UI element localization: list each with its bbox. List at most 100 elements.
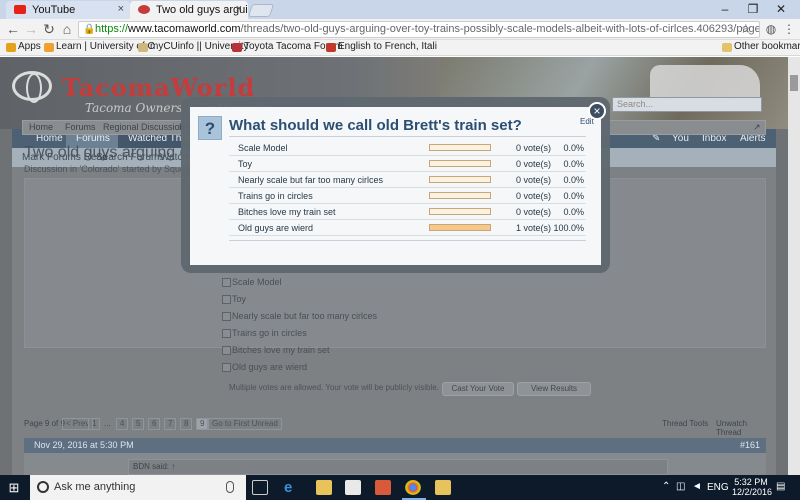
tab-youtube[interactable]: YouTube × xyxy=(6,1,130,19)
poll-option-6[interactable]: Old guys are wierd xyxy=(221,362,307,372)
view-results-button[interactable]: View Results xyxy=(517,382,591,396)
windows-start-icon[interactable]: ⊞ xyxy=(0,475,28,500)
poll-option-1[interactable]: Scale Model xyxy=(222,277,282,287)
extension-icon[interactable]: ◍ xyxy=(762,21,780,38)
unwatch-thread-link[interactable]: Unwatch Thread xyxy=(716,419,766,437)
page-link[interactable]: 7 xyxy=(164,418,177,430)
bookmark-icon xyxy=(232,43,242,52)
media-app-icon[interactable] xyxy=(375,480,391,495)
result-row: Trains go in circles 0 vote(s) 0.0% xyxy=(229,188,586,204)
file-explorer-icon[interactable] xyxy=(316,480,332,495)
cast-vote-button[interactable]: Cast Your Vote xyxy=(442,382,514,396)
result-bar xyxy=(429,224,491,231)
result-percent: 0.0% xyxy=(563,143,584,153)
page-scrollbar[interactable] xyxy=(788,57,800,475)
home-icon[interactable]: ⌂ xyxy=(58,21,76,38)
thread-tools-menu[interactable]: Thread Tools xyxy=(662,419,708,428)
site-search-input[interactable]: Search... xyxy=(612,97,762,112)
close-tab-icon[interactable]: × xyxy=(118,3,124,15)
poll-note: Multiple votes are allowed. Your vote wi… xyxy=(229,383,439,392)
minimize-icon[interactable]: – xyxy=(712,0,738,18)
close-window-icon[interactable]: ✕ xyxy=(768,0,794,18)
bookmark-icon xyxy=(138,43,148,52)
notifications-icon[interactable]: ▤ xyxy=(776,481,785,492)
tab-tacomaworld[interactable]: Two old guys arguing ove × xyxy=(130,1,248,19)
result-percent: 0.0% xyxy=(563,159,584,169)
bookmarks-bar: Apps Learn | University of C myCUinfo ||… xyxy=(0,40,800,56)
browser-toolbar: ← → ↻ ⌂ 🔒 https://www.tacomaworld.com/thr… xyxy=(0,19,800,40)
poll-option-2[interactable]: Toy xyxy=(221,294,246,304)
toyota-logo-icon[interactable] xyxy=(12,71,52,103)
page-link[interactable]: 4 xyxy=(116,418,129,430)
tray-chevron-icon[interactable]: ⌃ xyxy=(662,481,670,492)
current-page[interactable]: 9 xyxy=(196,418,209,430)
task-view-icon[interactable] xyxy=(252,480,268,495)
close-tab-icon[interactable]: × xyxy=(236,3,242,15)
other-bookmarks[interactable]: Other bookmarks xyxy=(720,41,800,52)
poll-option-5[interactable]: Bitches love my train set xyxy=(222,345,330,355)
language-indicator[interactable]: ENG xyxy=(707,475,729,500)
crumb-home[interactable]: Home xyxy=(29,122,53,132)
edge-icon[interactable]: e xyxy=(284,480,300,495)
crumb-forums[interactable]: Forums xyxy=(65,122,96,132)
taskbar-search-box[interactable]: Ask me anything xyxy=(30,475,246,500)
bookmark-label: English to French, Itali xyxy=(338,41,437,52)
quote-block: BDN said: ↑ xyxy=(128,459,668,475)
bookmark-apps[interactable]: Apps xyxy=(4,41,41,52)
result-label: Nearly scale but far too many cirlces xyxy=(238,175,384,185)
clock[interactable]: 5:32 PM 12/2/2016 xyxy=(732,477,773,497)
scrollbar-thumb[interactable] xyxy=(790,75,798,91)
page-navigation: Page 9 of 9 < Prev 1 ... 4 5 6 7 8 9 Go … xyxy=(24,418,766,437)
page-count: Page 9 of 9 xyxy=(24,419,65,428)
reload-icon[interactable]: ↻ xyxy=(40,21,58,38)
result-label: Trains go in circles xyxy=(238,191,313,201)
poll-option-3[interactable]: Nearly scale but far too many cirlces xyxy=(221,311,377,321)
new-tab-button[interactable] xyxy=(247,4,275,17)
folder-icon xyxy=(722,43,732,52)
page-link[interactable]: 5 xyxy=(132,418,145,430)
result-bar xyxy=(429,208,491,215)
result-percent: 100.0% xyxy=(553,223,584,233)
bookmark-translate[interactable]: English to French, Itali xyxy=(324,41,437,52)
chrome-icon[interactable] xyxy=(405,480,421,495)
result-label: Bitches love my train set xyxy=(238,207,336,217)
bookmark-icon xyxy=(326,43,336,52)
forward-arrow-icon[interactable]: → xyxy=(22,21,40,38)
menu-icon[interactable]: ⋮ xyxy=(780,21,798,38)
page-link[interactable]: 6 xyxy=(148,418,161,430)
clock-time: 5:32 PM xyxy=(734,477,768,487)
taskbar-search-placeholder: Ask me anything xyxy=(54,481,136,493)
microphone-icon[interactable] xyxy=(226,481,234,493)
tab-title: Two old guys arguing ove xyxy=(156,4,248,16)
bookmark-star-icon[interactable]: ☆ xyxy=(740,21,752,37)
page-link[interactable]: 1 xyxy=(88,418,101,430)
apps-icon xyxy=(6,43,16,52)
tab-title: YouTube xyxy=(32,4,76,16)
close-icon[interactable]: × xyxy=(588,102,606,120)
crumb-regional[interactable]: Regional Discussion xyxy=(103,122,185,132)
post-number[interactable]: #161 xyxy=(740,440,760,450)
poll-question: What should we call old Brett's train se… xyxy=(229,117,522,134)
address-bar[interactable]: 🔒 https://www.tacomaworld.com/threads/two… xyxy=(78,21,760,38)
question-mark-icon: ? xyxy=(198,116,222,140)
poll-option-4[interactable]: Trains go in circles xyxy=(222,328,307,338)
url-host: www.tacomaworld.com xyxy=(128,23,241,35)
store-icon[interactable] xyxy=(345,480,361,495)
result-bar xyxy=(429,176,491,183)
page-ellipsis: ... xyxy=(104,419,111,428)
maximize-icon[interactable]: ❐ xyxy=(740,0,766,18)
taskbar: ⊞ Ask me anything e ⌃ ◫ ◄ ENG 5:32 PM 12… xyxy=(0,475,800,500)
result-row: Bitches love my train set 0 vote(s) 0.0% xyxy=(229,204,586,220)
tab-strip: YouTube × Two old guys arguing ove × – ❐… xyxy=(0,0,800,19)
back-arrow-icon[interactable]: ← xyxy=(4,21,22,38)
bookmark-label: Apps xyxy=(18,41,41,52)
clock-date: 12/2/2016 xyxy=(732,487,773,497)
expand-icon[interactable]: ↗ xyxy=(753,122,761,133)
result-bar xyxy=(429,160,491,167)
page-link[interactable]: 8 xyxy=(180,418,193,430)
divider xyxy=(229,136,586,137)
network-icon[interactable]: ◫ xyxy=(676,481,685,492)
folder-icon[interactable] xyxy=(435,480,451,495)
goto-first-unread-link[interactable]: Go to First Unread xyxy=(208,418,282,430)
volume-icon[interactable]: ◄ xyxy=(692,481,702,492)
